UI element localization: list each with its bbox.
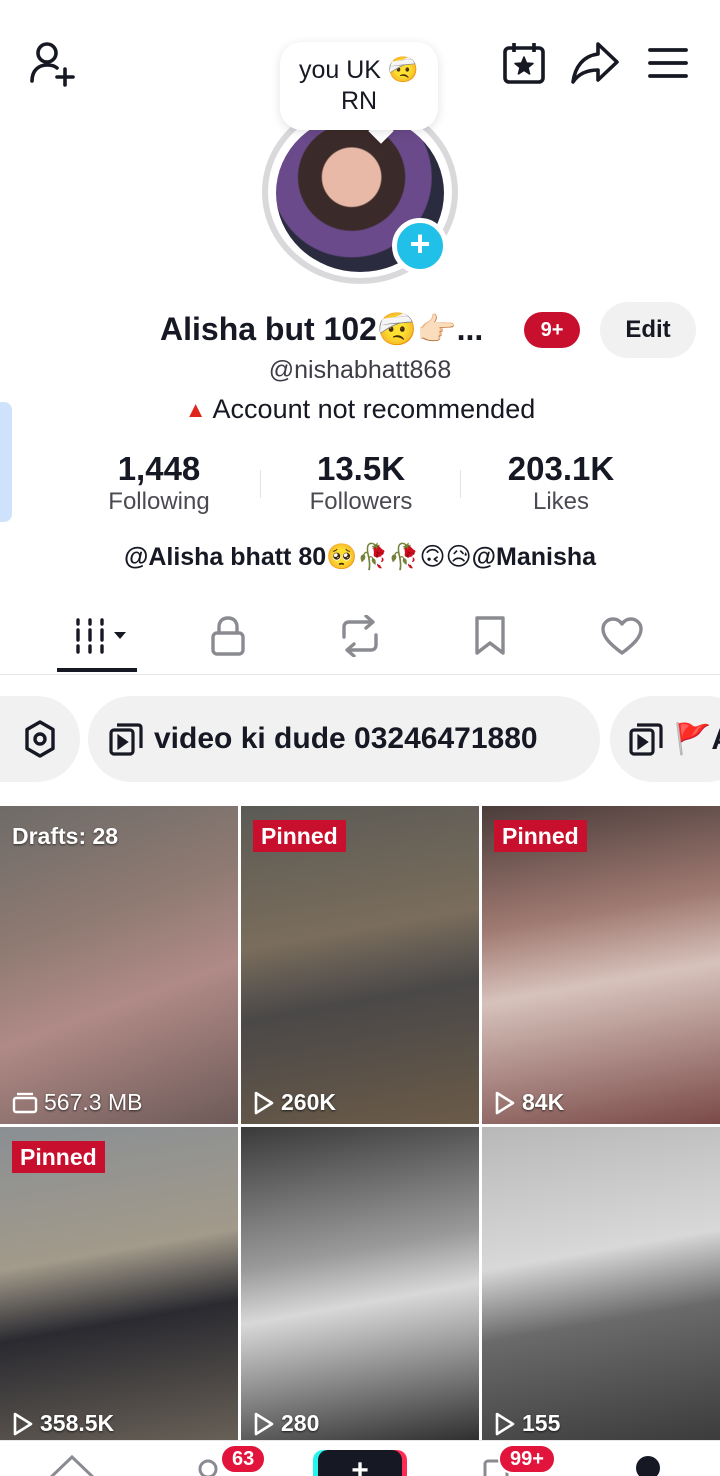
inbox-badge: 99+ bbox=[498, 1444, 556, 1474]
edit-profile-button[interactable]: Edit bbox=[600, 302, 696, 358]
profile-tab-icon[interactable] bbox=[636, 1456, 660, 1476]
playlist-chip[interactable]: 🚩A bbox=[610, 696, 720, 782]
stat-value: 1,448 bbox=[117, 450, 201, 487]
warning-text: Account not recommended bbox=[212, 394, 536, 424]
repost-icon bbox=[342, 615, 378, 657]
stat-label: Followers bbox=[309, 488, 413, 515]
menu-icon[interactable] bbox=[640, 36, 696, 90]
friends-badge: 63 bbox=[220, 1444, 267, 1474]
playlist-icon bbox=[629, 723, 663, 756]
tab-reposts[interactable] bbox=[300, 604, 420, 668]
view-count: 280 bbox=[253, 1410, 319, 1437]
active-tab-indicator bbox=[57, 668, 137, 672]
add-friend-icon[interactable] bbox=[22, 34, 80, 92]
bio: @Alisha bhatt 80🥺🥀🥀🙃😥@Manisha bbox=[123, 543, 597, 571]
stat-following[interactable]: 1,448 Following bbox=[80, 450, 238, 516]
add-avatar-plus-icon[interactable]: + bbox=[392, 218, 448, 274]
bookmark-icon bbox=[475, 616, 505, 655]
view-count-text: 358.5K bbox=[40, 1410, 115, 1436]
stat-likes[interactable]: 203.1K Likes bbox=[482, 450, 640, 516]
play-icon bbox=[254, 1091, 274, 1114]
stat-label: Likes bbox=[532, 488, 590, 515]
view-count-text: 84K bbox=[522, 1089, 565, 1115]
divider bbox=[0, 674, 720, 675]
note-text: you UK 🤕 RN bbox=[298, 56, 420, 115]
playlist-settings-button[interactable] bbox=[0, 696, 80, 782]
draft-box-icon bbox=[12, 1092, 38, 1113]
pinned-badge: Pinned bbox=[253, 820, 346, 852]
create-button[interactable]: + bbox=[318, 1450, 402, 1476]
view-count-text: 155 bbox=[522, 1410, 561, 1436]
stat-divider bbox=[460, 470, 461, 498]
account-warning[interactable]: ▲ Account not recommended bbox=[0, 394, 720, 425]
view-count: 84K bbox=[494, 1089, 564, 1116]
draft-size: 567.3 MB bbox=[12, 1089, 142, 1116]
pinned-badge: Pinned bbox=[12, 1141, 105, 1173]
drafts-label: Drafts: 28 bbox=[12, 823, 119, 849]
edge-panel-handle[interactable] bbox=[0, 402, 12, 522]
tab-favorites[interactable] bbox=[430, 604, 550, 668]
notification-badge[interactable]: 9+ bbox=[524, 312, 580, 348]
video-tile[interactable]: Pinned 260K bbox=[241, 806, 479, 1124]
lock-icon bbox=[211, 616, 245, 656]
view-count: 155 bbox=[494, 1410, 560, 1437]
play-icon bbox=[495, 1412, 515, 1435]
tab-private[interactable] bbox=[168, 604, 288, 668]
video-tile[interactable]: Pinned 358.5K bbox=[0, 1127, 238, 1445]
stat-divider bbox=[260, 470, 261, 498]
play-icon bbox=[13, 1412, 33, 1435]
playlist-chip[interactable]: video ki dude 03246471880 bbox=[88, 696, 600, 782]
play-icon bbox=[495, 1091, 515, 1114]
view-count: 358.5K bbox=[12, 1410, 114, 1437]
playlist-chip-label: video ki dude 03246471880 bbox=[154, 722, 538, 755]
tab-liked[interactable] bbox=[562, 604, 682, 668]
view-count-text: 260K bbox=[281, 1089, 336, 1115]
stat-followers[interactable]: 13.5K Followers bbox=[282, 450, 440, 516]
warning-icon: ▲ bbox=[184, 396, 207, 422]
username: @nishabhatt868 bbox=[268, 356, 452, 384]
play-icon bbox=[254, 1412, 274, 1435]
videos-grid-icon bbox=[76, 618, 126, 654]
calendar-star-icon[interactable] bbox=[496, 36, 552, 90]
video-tile[interactable]: 280 bbox=[241, 1127, 479, 1445]
video-tile-drafts[interactable]: Drafts: 28 567.3 MB bbox=[0, 806, 238, 1124]
plus-icon: + bbox=[351, 1454, 369, 1476]
heart-icon bbox=[601, 617, 643, 655]
playlist-icon bbox=[109, 723, 143, 756]
display-name: Alisha but 102🤕👉🏻... bbox=[160, 311, 484, 347]
share-arrow-icon[interactable] bbox=[566, 36, 624, 90]
pinned-badge: Pinned bbox=[494, 820, 587, 852]
video-tile[interactable]: Pinned 84K bbox=[482, 806, 720, 1124]
stat-value: 13.5K bbox=[316, 450, 406, 487]
gear-icon bbox=[25, 720, 55, 758]
draft-size-text: 567.3 MB bbox=[44, 1089, 143, 1115]
stat-value: 203.1K bbox=[507, 450, 615, 487]
view-count: 260K bbox=[253, 1089, 336, 1116]
video-tile[interactable]: 155 bbox=[482, 1127, 720, 1445]
stat-label: Following bbox=[108, 488, 210, 515]
tab-videos[interactable] bbox=[42, 604, 162, 668]
playlist-chip-label: 🚩A bbox=[674, 722, 720, 756]
view-count-text: 280 bbox=[281, 1410, 320, 1436]
note-bubble[interactable]: you UK 🤕 RN bbox=[280, 42, 438, 130]
home-icon[interactable] bbox=[46, 1451, 98, 1476]
